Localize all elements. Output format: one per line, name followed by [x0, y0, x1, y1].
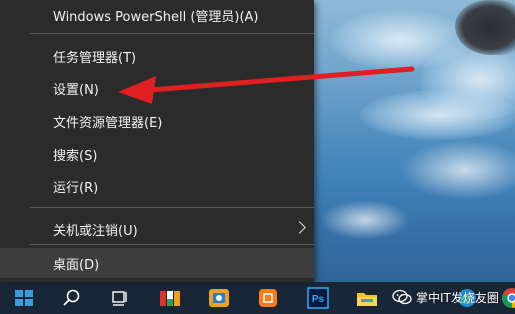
menu-item-desktop[interactable]: 桌面(D)	[0, 248, 314, 278]
chrome-icon[interactable]	[500, 286, 515, 310]
file-explorer-icon[interactable]	[355, 286, 379, 310]
menu-divider	[30, 244, 314, 245]
menu-item-label: 关机或注销(U)	[53, 223, 138, 239]
menu-item-powershell-admin[interactable]: Windows PowerShell (管理员)(A)	[0, 0, 314, 30]
menu-item-label: 运行(R)	[53, 180, 99, 196]
menu-item-label: 设置(N)	[53, 82, 99, 98]
wallpaper-foam	[400, 140, 515, 200]
menu-item-run[interactable]: 运行(R)	[0, 171, 314, 201]
menu-item-shutdown-signout[interactable]: 关机或注销(U)	[0, 214, 314, 244]
menu-item-label: 任务管理器(T)	[53, 50, 137, 66]
menu-item-file-explorer[interactable]: 文件资源管理器(E)	[0, 106, 314, 136]
menu-item-task-manager[interactable]: 任务管理器(T)	[0, 41, 314, 71]
menu-divider	[30, 33, 314, 34]
watermark-text: 掌中IT发烧友圈	[416, 290, 499, 305]
orange-app-icon[interactable]	[256, 286, 280, 310]
menu-divider	[30, 207, 314, 208]
menu-item-label: 桌面(D)	[53, 257, 100, 273]
wechat-icon	[392, 289, 412, 305]
task-view-icon[interactable]	[108, 286, 132, 310]
windows-start-icon[interactable]	[12, 286, 36, 310]
menu-item-label: 搜索(S)	[53, 148, 98, 164]
menu-item-search[interactable]: 搜索(S)	[0, 139, 314, 169]
photoshop-icon[interactable]: Ps	[306, 286, 330, 310]
menu-item-label: 文件资源管理器(E)	[53, 115, 163, 131]
search-icon[interactable]	[60, 286, 84, 310]
menu-item-settings[interactable]: 设置(N)	[0, 73, 314, 103]
start-context-menu: Windows PowerShell (管理员)(A) 任务管理器(T) 设置(…	[0, 0, 314, 282]
photoshop-label: Ps	[312, 294, 325, 305]
wallpaper-foam	[320, 200, 410, 240]
colorful-app-icon[interactable]	[158, 286, 182, 310]
wallpaper-cloud	[360, 90, 515, 140]
watermark: 掌中IT发烧友圈	[392, 284, 499, 310]
menu-item-label: Windows PowerShell (管理员)(A)	[53, 9, 259, 25]
chevron-right-icon	[293, 221, 306, 234]
photo-app-icon[interactable]	[207, 286, 231, 310]
